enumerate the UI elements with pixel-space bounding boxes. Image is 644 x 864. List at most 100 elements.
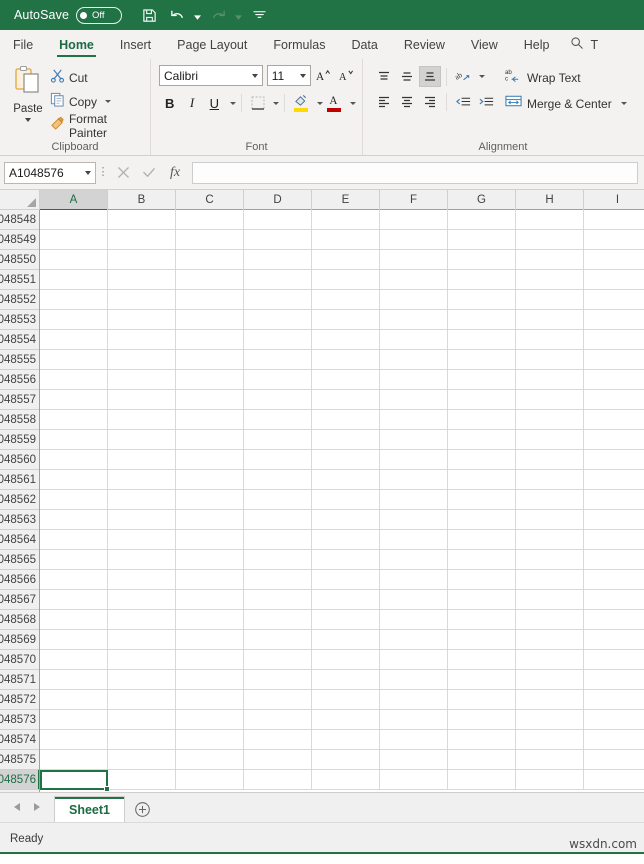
grid-cell[interactable] [448,650,516,670]
font-name-dropdown-icon[interactable] [251,73,258,78]
grid-cell[interactable] [176,230,244,250]
grid-cell[interactable] [108,770,176,790]
grid-cell[interactable] [40,570,108,590]
paste-dropdown-icon[interactable] [24,118,31,122]
grid-cell[interactable] [40,410,108,430]
grid-cell[interactable] [176,490,244,510]
row-header[interactable]: 1048566 [0,570,39,590]
grid-cell[interactable] [176,470,244,490]
grid-cell[interactable] [516,450,584,470]
undo-icon[interactable] [164,3,190,27]
save-icon[interactable] [136,3,162,27]
grid-cell[interactable] [176,350,244,370]
previous-sheet-icon[interactable] [14,803,20,811]
grid-cell[interactable] [584,650,644,670]
grid-cell[interactable] [312,530,380,550]
grid-cell[interactable] [176,550,244,570]
grid-cell[interactable] [108,290,176,310]
grid-cell[interactable] [516,390,584,410]
grid-cell[interactable] [516,470,584,490]
grid-cell[interactable] [244,630,312,650]
column-header-e[interactable]: E [312,190,380,210]
font-color-icon[interactable]: A [324,92,345,114]
grid-cell[interactable] [584,230,644,250]
grid-cell[interactable] [516,710,584,730]
font-size-dropdown-icon[interactable] [299,73,306,78]
undo-dropdown-icon[interactable] [192,3,203,27]
grid-cell[interactable] [108,510,176,530]
grid-cell[interactable] [380,570,448,590]
fill-color-icon[interactable] [290,92,311,114]
grid-cell[interactable] [448,250,516,270]
grid-cell[interactable] [448,490,516,510]
row-header[interactable]: 1048573 [0,710,39,730]
grid-cell[interactable] [176,610,244,630]
row-header[interactable]: 1048576 [0,770,39,790]
grid-cell[interactable] [176,210,244,230]
grid-cell[interactable] [584,730,644,750]
grid-cell[interactable] [108,430,176,450]
tab-insert[interactable]: Insert [107,30,164,59]
grid-cell[interactable] [176,330,244,350]
row-header[interactable]: 1048567 [0,590,39,610]
grid-cell[interactable] [516,330,584,350]
grid-cell[interactable] [380,450,448,470]
grid-cell[interactable] [380,390,448,410]
grid-cell[interactable] [312,430,380,450]
grid-cell[interactable] [312,710,380,730]
grid-cell[interactable] [176,310,244,330]
grid-cell[interactable] [176,450,244,470]
grid-cell[interactable] [40,290,108,310]
align-center-icon[interactable] [396,91,418,112]
grid-cell[interactable] [516,570,584,590]
decrease-font-size-button[interactable]: A [337,65,356,86]
grid-cell[interactable] [40,590,108,610]
grid-cell[interactable] [312,730,380,750]
row-header[interactable]: 1048550 [0,250,39,270]
grid-cell[interactable] [312,210,380,230]
grid-cell[interactable] [448,210,516,230]
grid-cell[interactable] [40,650,108,670]
grid-cell[interactable] [40,490,108,510]
grid-cell[interactable] [176,250,244,270]
grid-cell[interactable] [584,630,644,650]
grid-cell[interactable] [244,710,312,730]
grid-cell[interactable] [176,510,244,530]
grid-cell[interactable] [380,750,448,770]
grid-cell[interactable] [584,690,644,710]
grid-cell[interactable] [448,470,516,490]
tab-data[interactable]: Data [338,30,390,59]
grid-cell[interactable] [380,210,448,230]
grid-cell[interactable] [312,510,380,530]
grid-cell[interactable] [584,670,644,690]
grid-cell[interactable] [516,490,584,510]
grid-cell[interactable] [40,630,108,650]
grid-cell[interactable] [312,670,380,690]
row-header[interactable]: 1048548 [0,210,39,230]
copy-button[interactable]: Copy [50,91,144,112]
grid-cell[interactable] [584,590,644,610]
grid-cell[interactable] [108,630,176,650]
tab-page-layout[interactable]: Page Layout [164,30,260,59]
grid-cell[interactable] [584,350,644,370]
grid-cell[interactable] [448,390,516,410]
grid-cell[interactable] [244,310,312,330]
grid-cell[interactable] [108,410,176,430]
select-all-button[interactable] [0,190,40,210]
copy-dropdown-icon[interactable] [104,100,111,103]
align-right-icon[interactable] [419,91,441,112]
grid-cell[interactable] [312,350,380,370]
grid-cell[interactable] [380,370,448,390]
tab-file[interactable]: File [0,30,46,59]
grid-cell[interactable] [380,330,448,350]
column-header-f[interactable]: F [380,190,448,210]
grid-cell[interactable] [448,550,516,570]
grid-cell[interactable] [312,470,380,490]
grid-cell[interactable] [380,770,448,790]
grid-cell[interactable] [516,630,584,650]
grid-cell[interactable] [244,290,312,310]
grid-cell[interactable] [40,310,108,330]
grid-cell[interactable] [584,470,644,490]
grid-cell[interactable] [108,650,176,670]
grid-cell[interactable] [312,750,380,770]
